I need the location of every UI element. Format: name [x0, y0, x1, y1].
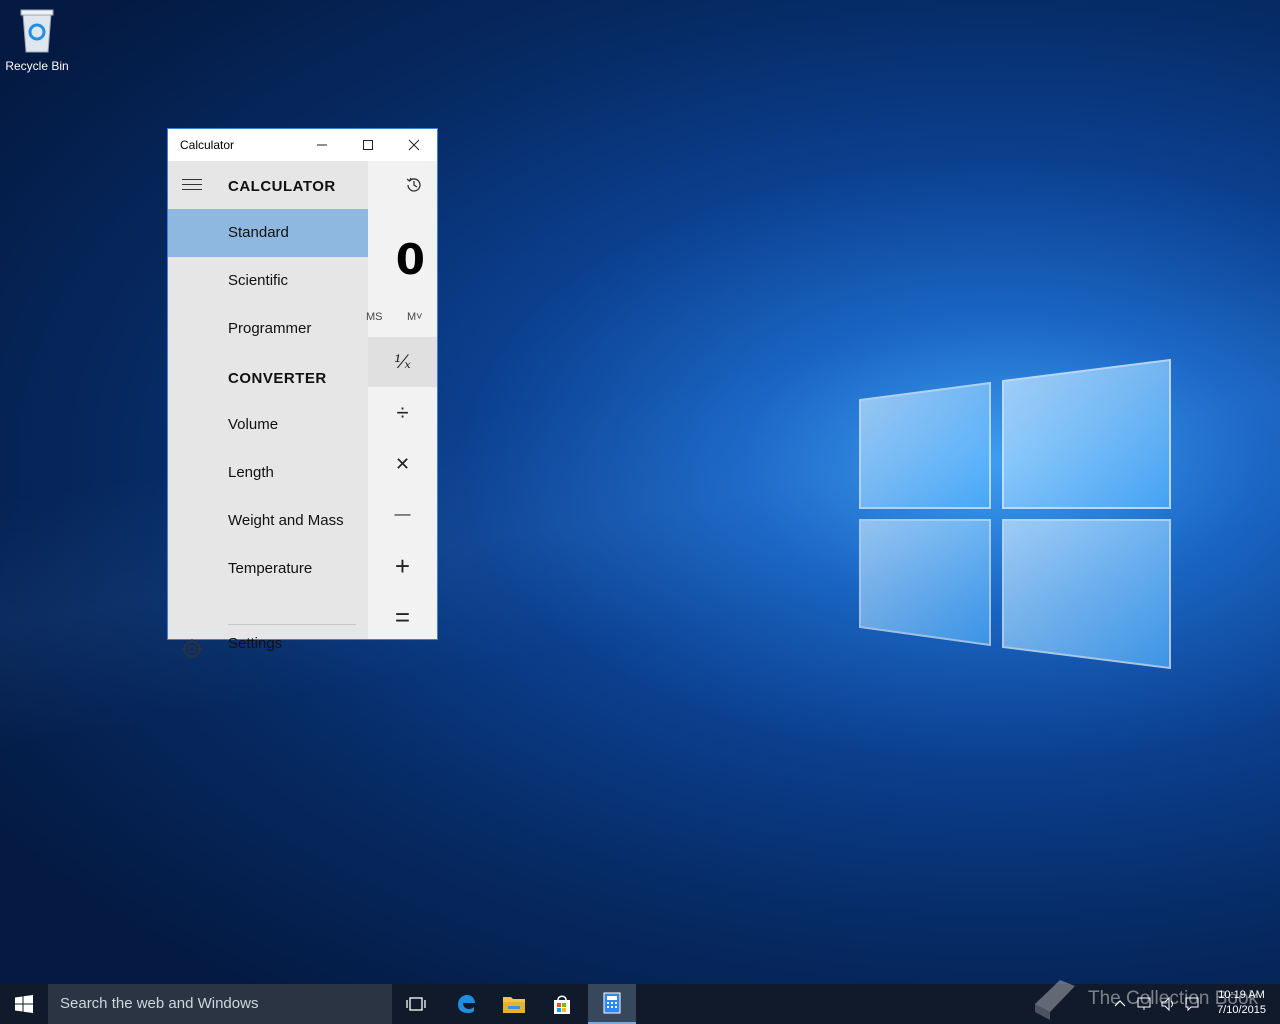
- recycle-bin-shortcut[interactable]: Recycle Bin: [4, 6, 70, 73]
- multiply-button[interactable]: ✕: [368, 439, 437, 489]
- recycle-bin-icon: [20, 9, 54, 53]
- window-title: Calculator: [180, 138, 235, 152]
- divide-button[interactable]: ÷: [368, 388, 437, 438]
- converter-section-header: CONVERTER: [228, 370, 327, 387]
- windows-start-icon: [15, 995, 33, 1013]
- hamburger-menu-icon[interactable]: [182, 179, 202, 193]
- windows-logo-wallpaper: [859, 358, 1171, 670]
- nav-item-programmer[interactable]: Programmer: [168, 305, 368, 353]
- file-explorer-icon: [503, 997, 525, 1013]
- result-display: 0: [395, 235, 425, 284]
- memory-list-button[interactable]: M˅: [407, 311, 423, 323]
- calculator-window[interactable]: Calculator CALCULATOR Standard Scientifi…: [167, 128, 438, 660]
- calculator-icon: [603, 992, 621, 1014]
- edge-button[interactable]: [442, 984, 490, 1024]
- store-button[interactable]: [538, 984, 586, 1024]
- watermark: The Collection Book: [1030, 976, 1258, 1022]
- nav-item-standard[interactable]: Standard: [168, 209, 368, 257]
- minimize-icon: [317, 144, 327, 146]
- minimize-button[interactable]: [299, 129, 345, 161]
- nav-item-scientific[interactable]: Scientific: [168, 257, 368, 305]
- nav-item-length[interactable]: Length: [168, 449, 368, 497]
- recycle-bin-label: Recycle Bin: [5, 59, 69, 73]
- equals-button[interactable]: =: [368, 592, 437, 642]
- calculator-taskbar-button[interactable]: [588, 984, 636, 1024]
- calculator-section-header: CALCULATOR: [228, 178, 336, 195]
- search-box[interactable]: Search the web and Windows: [48, 984, 392, 1024]
- book-icon: [1035, 980, 1075, 1020]
- nav-item-weight-and-mass[interactable]: Weight and Mass: [168, 497, 368, 545]
- edge-icon: [458, 995, 475, 1013]
- file-explorer-button[interactable]: [490, 984, 538, 1024]
- navigation-pane: CALCULATOR Standard Scientific Programme…: [168, 161, 368, 660]
- close-button[interactable]: [391, 129, 437, 161]
- add-button[interactable]: +: [368, 541, 437, 591]
- close-icon: [408, 139, 420, 151]
- calculator-body: 0 MS M˅ ¹⁄ₓ ÷ ✕ — + =: [366, 161, 437, 642]
- maximize-button[interactable]: [345, 129, 391, 161]
- store-icon: [554, 995, 570, 1014]
- history-icon[interactable]: [404, 175, 424, 195]
- memory-store-button[interactable]: MS: [366, 311, 383, 323]
- maximize-icon: [363, 140, 373, 150]
- nav-item-settings[interactable]: Settings: [168, 624, 368, 664]
- nav-item-temperature[interactable]: Temperature: [168, 545, 368, 593]
- reciprocal-button[interactable]: ¹⁄ₓ: [368, 337, 437, 387]
- start-button[interactable]: [0, 984, 48, 1024]
- task-view-button[interactable]: [392, 984, 440, 1024]
- title-bar[interactable]: Calculator: [168, 129, 437, 161]
- task-view-icon: [406, 997, 426, 1011]
- watermark-text: The Collection Book: [1088, 988, 1259, 1010]
- nav-item-volume[interactable]: Volume: [168, 401, 368, 449]
- subtract-button[interactable]: —: [368, 490, 437, 540]
